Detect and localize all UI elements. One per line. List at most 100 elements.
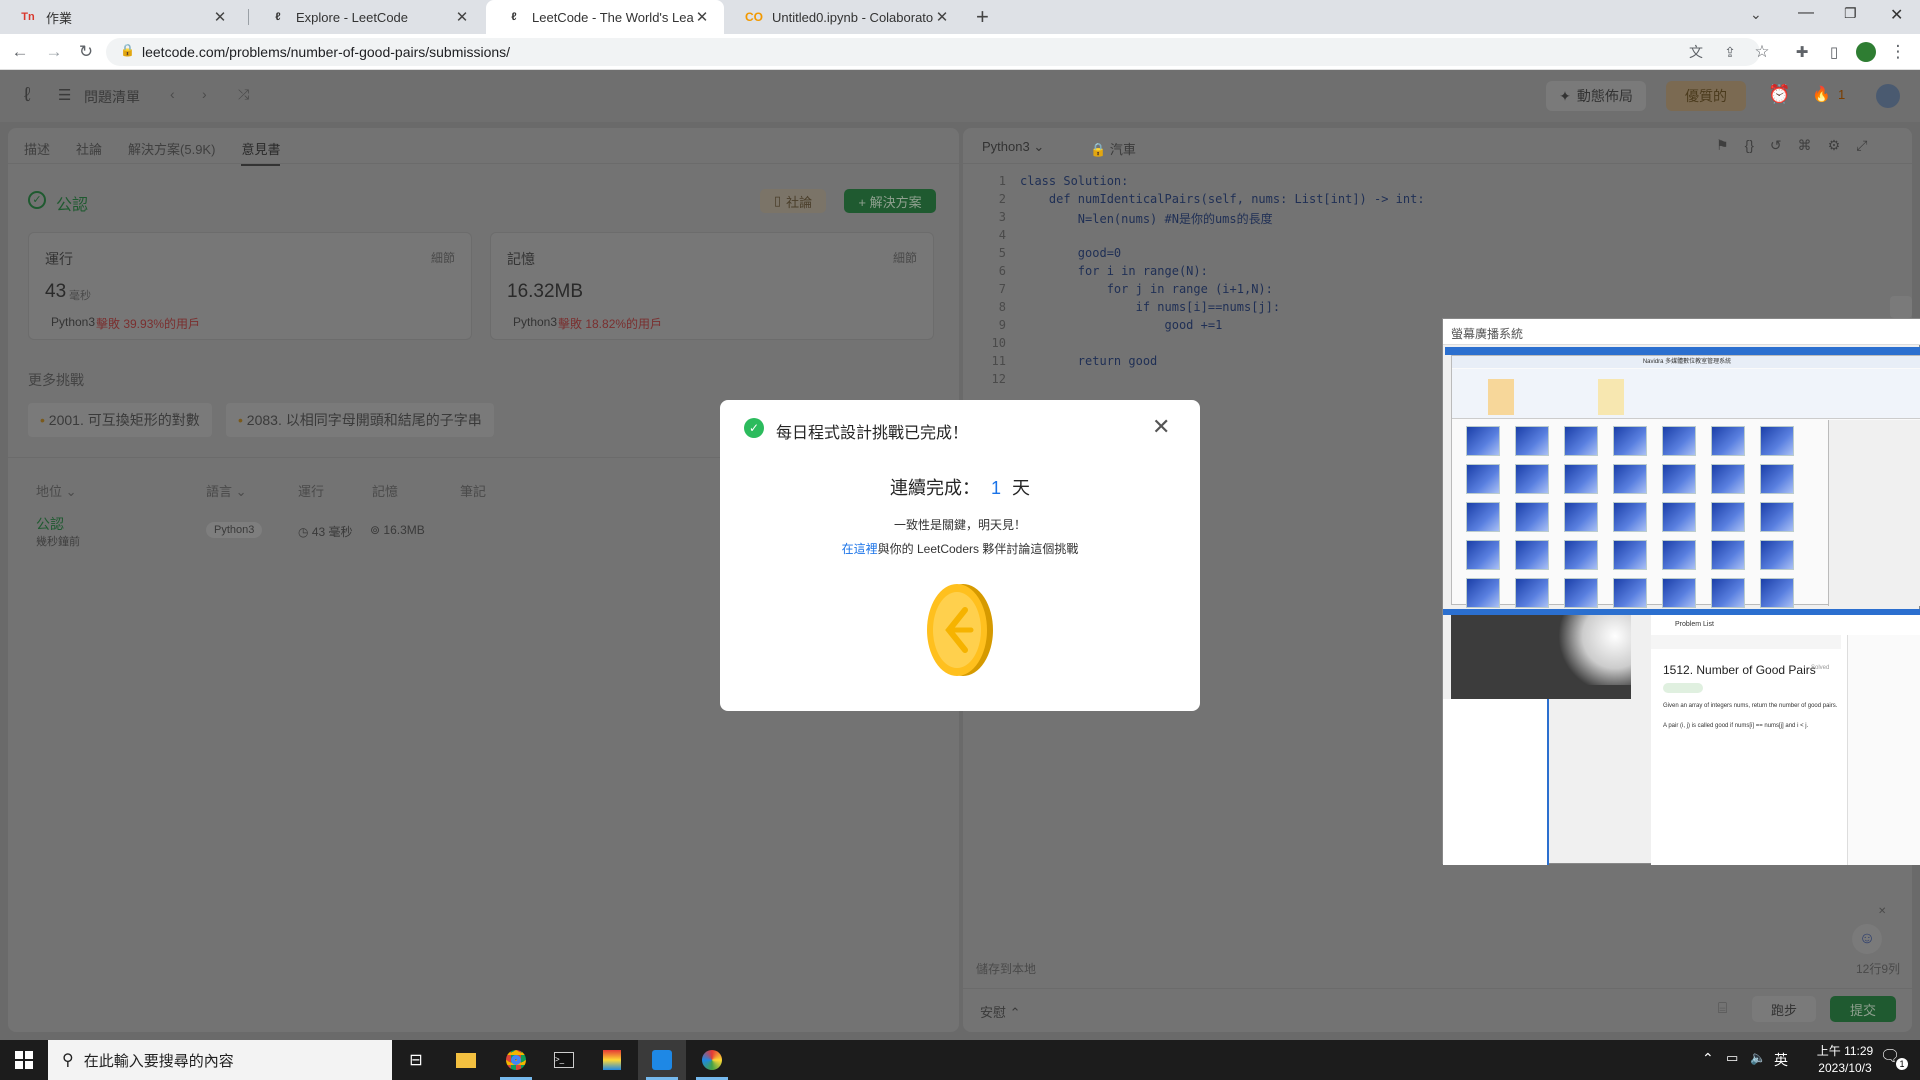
- show-hidden-icons-chevron-icon[interactable]: ⌃: [1702, 1050, 1714, 1067]
- reload-icon[interactable]: ↻: [74, 40, 98, 64]
- tab-search-chevron-icon[interactable]: ⌄: [1750, 6, 1762, 23]
- tab-editorial[interactable]: 社論: [76, 139, 102, 166]
- table-header-language[interactable]: 語言 ⌄: [206, 481, 247, 500]
- taskbar-clock[interactable]: 上午 11:29 2023/10/3: [1800, 1043, 1890, 1077]
- tab-description[interactable]: 描述: [24, 139, 50, 166]
- runtime-detail-link[interactable]: 細節: [431, 249, 455, 266]
- profile-avatar-icon[interactable]: [1854, 40, 1878, 64]
- chrome-icon[interactable]: [492, 1040, 540, 1080]
- settings-gear-icon[interactable]: ⚙: [1828, 137, 1841, 154]
- code-line: good +=1: [1020, 318, 1223, 332]
- memory-card[interactable]: 記憶 細節 16.32MB Python3 擊敗 18.82%的用戶: [490, 232, 934, 340]
- challenge-item[interactable]: • 2001. 可互換矩形的對數: [28, 403, 212, 437]
- translate-icon[interactable]: 文: [1684, 40, 1708, 64]
- browser-tab-explore[interactable]: ℓ Explore - LeetCode ✕: [250, 0, 484, 34]
- prev-problem-icon[interactable]: ‹: [170, 86, 175, 102]
- row-language-badge: Python3: [206, 522, 263, 538]
- share-icon[interactable]: ⇪: [1718, 40, 1742, 64]
- user-avatar[interactable]: [1876, 84, 1900, 108]
- task-view-icon[interactable]: ⊟: [392, 1040, 440, 1080]
- close-tab-icon[interactable]: ✕: [454, 8, 470, 26]
- network-icon[interactable]: ▭: [1726, 1050, 1738, 1066]
- paint-icon[interactable]: [688, 1040, 736, 1080]
- clock-icon: ◷: [298, 525, 312, 539]
- minimize-window-icon[interactable]: —: [1798, 4, 1814, 22]
- fire-streak-icon[interactable]: 🔥: [1812, 85, 1831, 103]
- code-area[interactable]: class Solution: def numIdenticalPairs(se…: [1020, 174, 1425, 390]
- ime-indicator[interactable]: 英: [1774, 1050, 1788, 1070]
- memory-detail-link[interactable]: 細節: [893, 249, 917, 266]
- remote-pc-thumbnail: [1466, 578, 1500, 608]
- new-tab-icon[interactable]: +: [976, 4, 989, 30]
- autocomplete-toggle[interactable]: 🔒 汽車: [1090, 139, 1136, 158]
- challenge-item[interactable]: • 2083. 以相同字母開頭和結尾的子字串: [226, 403, 494, 437]
- lock-icon: 🔒: [120, 43, 135, 57]
- side-doc-icon[interactable]: [1890, 296, 1912, 318]
- format-braces-icon[interactable]: {}: [1745, 137, 1754, 154]
- notes-icon[interactable]: ⌸: [1718, 1000, 1727, 1017]
- close-tab-icon[interactable]: ✕: [212, 8, 228, 26]
- fullscreen-icon[interactable]: ⤢: [1856, 137, 1867, 154]
- close-dialog-icon[interactable]: ✕: [1152, 414, 1170, 440]
- next-problem-icon[interactable]: ›: [202, 86, 207, 102]
- volume-icon[interactable]: 🔈: [1750, 1050, 1766, 1066]
- close-tab-icon[interactable]: ✕: [694, 8, 710, 26]
- app-icon[interactable]: [588, 1040, 636, 1080]
- browser-tab-colab[interactable]: CO Untitled0.ipynb - Colaboratory ✕: [726, 0, 964, 34]
- language-select[interactable]: Python3 ⌄: [982, 139, 1044, 155]
- dynamic-layout-button[interactable]: ✦ 動態佈局: [1546, 81, 1646, 111]
- streak-label: 連續完成：: [889, 478, 980, 498]
- discuss-link[interactable]: 在這裡: [842, 542, 878, 556]
- shuffle-icon[interactable]: ⤮: [238, 86, 249, 103]
- extensions-puzzle-icon[interactable]: ✚: [1790, 40, 1814, 64]
- broadcast-app-icon[interactable]: [638, 1040, 686, 1080]
- taskbar-search-box[interactable]: ⚲ 在此輸入要搜尋的內容: [48, 1040, 392, 1080]
- start-windows-icon[interactable]: [0, 1040, 48, 1080]
- table-row[interactable]: 公認 幾秒鐘前 Python3 ◷ 43 毫秒 ⊚ 16.3MB: [28, 508, 728, 552]
- table-header-status[interactable]: 地位 ⌄: [36, 481, 77, 500]
- restore-window-icon[interactable]: ❐: [1844, 5, 1857, 22]
- post-solution-button[interactable]: + 解決方案: [844, 189, 936, 213]
- remote-desc: A pair (i, j) is called good if nums[i] …: [1663, 723, 1809, 729]
- tab-solutions[interactable]: 解決方案(5.9K): [128, 139, 215, 166]
- memory-lang: Python3: [513, 315, 558, 329]
- close-window-icon[interactable]: ✕: [1890, 5, 1903, 25]
- tab-submissions[interactable]: 意見書: [241, 139, 281, 166]
- side-panel-icon[interactable]: ▯: [1822, 40, 1846, 64]
- browser-tab-homework[interactable]: Tn 作業 ✕: [0, 0, 242, 34]
- notification-center-icon[interactable]: 🗨 1: [1880, 1046, 1908, 1072]
- console-toggle[interactable]: 安慰 ⌃: [980, 1002, 1021, 1021]
- run-button[interactable]: 跑步: [1752, 996, 1816, 1022]
- remote-pc-thumbnail: [1613, 540, 1647, 570]
- table-header-notes: 筆記: [460, 484, 487, 499]
- search-icon: ⚲: [62, 1052, 74, 1069]
- premium-button[interactable]: 優質的: [1666, 81, 1746, 111]
- terminal-icon[interactable]: >_: [540, 1040, 588, 1080]
- runtime-card[interactable]: 運行 細節 43 毫秒 Python3 擊敗 39.93%的用戶: [28, 232, 472, 340]
- browser-menu-icon[interactable]: ⋮: [1886, 40, 1910, 64]
- problem-list-link[interactable]: 問題清單: [84, 87, 140, 107]
- bookmark-icon[interactable]: ⚑: [1716, 137, 1729, 154]
- reset-icon[interactable]: ↺: [1770, 137, 1782, 154]
- browser-tab-leetcode-active[interactable]: ℓ LeetCode - The World's Leadin ✕: [486, 0, 724, 34]
- submit-button[interactable]: 提交: [1830, 996, 1896, 1022]
- forward-arrow-icon[interactable]: →: [42, 40, 66, 64]
- feedback-chat-icon[interactable]: ☺: [1852, 924, 1882, 954]
- left-panel-tabs: 描述 社論 解決方案(5.9K) 意見書: [24, 139, 281, 166]
- bookmark-star-icon[interactable]: ☆: [1750, 40, 1774, 64]
- close-feedback-icon[interactable]: ✕: [1878, 906, 1886, 917]
- language-value: Python3: [982, 139, 1030, 154]
- remote-pc-thumbnail: [1662, 578, 1696, 608]
- file-explorer-icon[interactable]: [442, 1040, 490, 1080]
- address-bar[interactable]: 🔒 leetcode.com/problems/number-of-good-p…: [106, 38, 1760, 66]
- back-arrow-icon[interactable]: ←: [8, 40, 32, 64]
- dynamic-layout-label: 動態佈局: [1576, 88, 1633, 104]
- editorial-button[interactable]: ▯ 社論: [760, 189, 826, 213]
- close-tab-icon[interactable]: ✕: [934, 8, 950, 26]
- alarm-clock-icon[interactable]: ⏰: [1768, 84, 1790, 105]
- tab-title: Untitled0.ipynb - Colaboratory: [772, 9, 934, 25]
- url-text: leetcode.com/problems/number-of-good-pai…: [142, 44, 511, 60]
- shortcut-icon[interactable]: ⌘: [1798, 137, 1812, 154]
- screen-broadcast-window[interactable]: 螢幕廣播系統 Navidra 多媒體數位教室管理系統 Problem List …: [1442, 318, 1920, 865]
- leetcode-logo-icon[interactable]: ℓ: [24, 84, 30, 107]
